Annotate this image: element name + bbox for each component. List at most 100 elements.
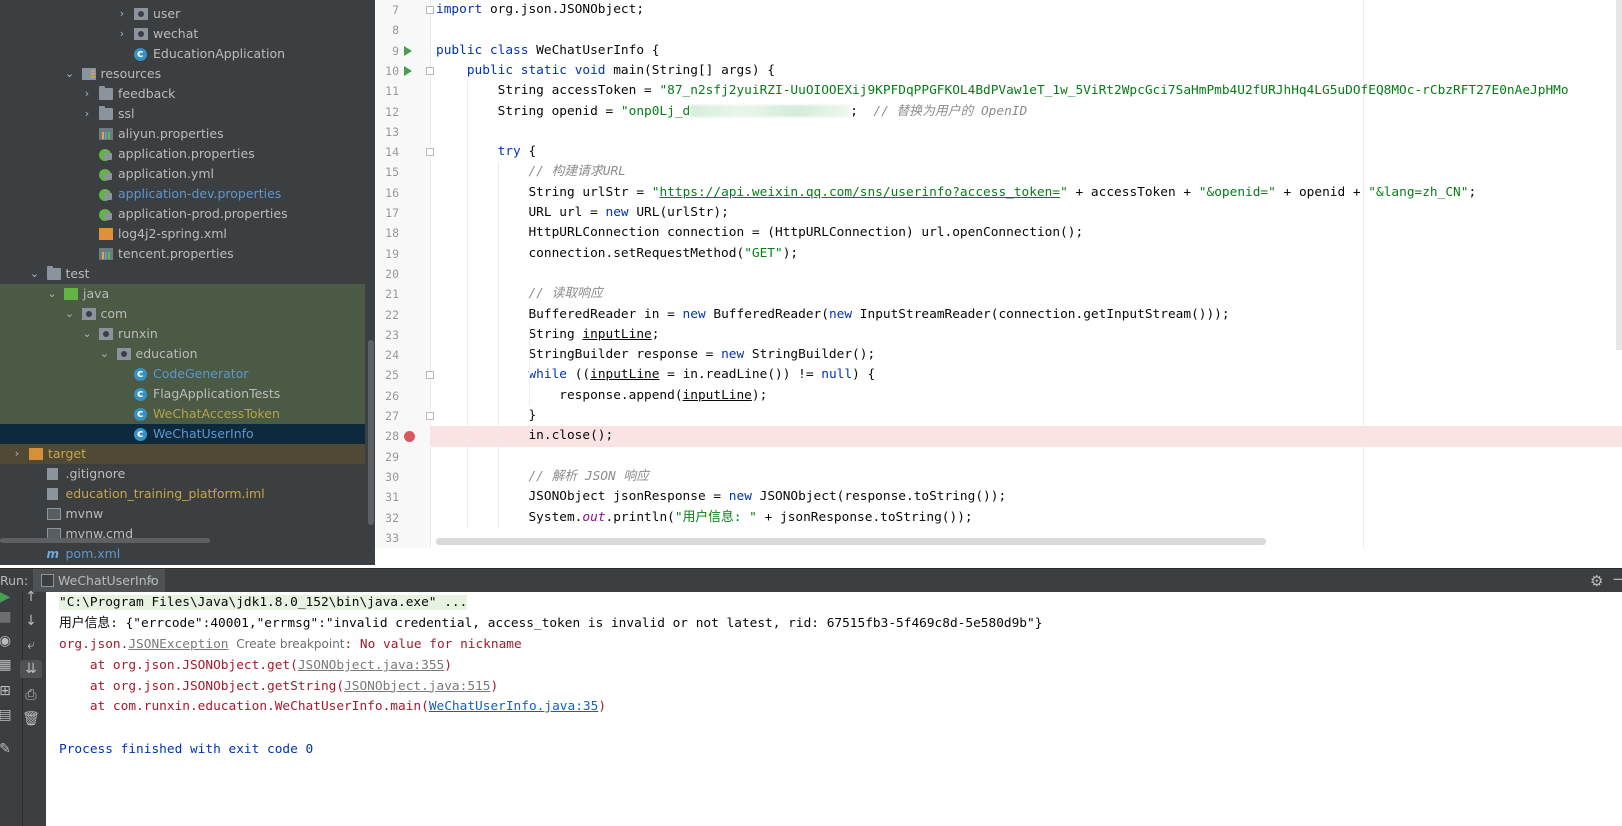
- code-line[interactable]: // 解析 JSON 响应: [436, 467, 1622, 487]
- line-number[interactable]: 23: [375, 325, 399, 345]
- line-number[interactable]: 33: [375, 528, 399, 548]
- code-line[interactable]: JSONObject jsonResponse = new JSONObject…: [436, 487, 1622, 507]
- line-number[interactable]: 22: [375, 305, 399, 325]
- line-number[interactable]: 29: [375, 447, 399, 467]
- fold-marker-icon[interactable]: [426, 371, 434, 380]
- tree-item-target[interactable]: › target: [0, 444, 365, 464]
- camera-icon[interactable]: ◉: [0, 632, 16, 650]
- fold-marker-icon[interactable]: [426, 66, 434, 75]
- line-number[interactable]: 12: [375, 102, 399, 122]
- chevron-right-icon[interactable]: ›: [81, 84, 93, 104]
- line-number[interactable]: 13: [375, 122, 399, 142]
- code-line[interactable]: while ((inputLine = in.readLine()) != nu…: [436, 365, 1622, 385]
- line-number[interactable]: 7: [375, 0, 399, 20]
- chevron-right-icon[interactable]: ›: [11, 444, 23, 464]
- tree-item-application-properties[interactable]: application.properties: [0, 144, 365, 164]
- chevron-right-icon[interactable]: ›: [116, 24, 128, 44]
- line-number[interactable]: 11: [375, 81, 399, 101]
- line-number[interactable]: 14: [375, 142, 399, 162]
- run-tab-wechatuserinfo[interactable]: WeChatUserInfo ×: [33, 569, 165, 593]
- tree-item-gitignore[interactable]: .gitignore: [0, 464, 365, 484]
- tree-item-educationapplication[interactable]: EducationApplication: [0, 44, 365, 64]
- code-line[interactable]: // 读取响应: [436, 284, 1622, 304]
- tree-horizontal-scrollbar[interactable]: [0, 538, 210, 543]
- line-number[interactable]: 30: [375, 467, 399, 487]
- code-line[interactable]: String openid = "onp0Lj_d; // 替换为用户的 Ope…: [436, 102, 1622, 122]
- code-line[interactable]: [436, 122, 1622, 142]
- tree-item-com[interactable]: ⌄ com: [0, 304, 365, 324]
- editor-gutter[interactable]: 7 8 9 10 11 12 13 14 15 16 17 18 19 20 21 22 23 24 25 26 27 2…: [375, 0, 434, 548]
- scroll-down-icon[interactable]: ↓: [20, 612, 42, 630]
- gear-icon[interactable]: ⚙: [1590, 572, 1603, 590]
- line-number[interactable]: 19: [375, 244, 399, 264]
- tree-item-education[interactable]: ⌄ education: [0, 344, 365, 364]
- source-link[interactable]: JSONObject.java:355: [298, 658, 444, 673]
- tree-item-codegenerator[interactable]: CodeGenerator: [0, 364, 365, 384]
- code-line[interactable]: System.out.println("用户信息: " + jsonRespon…: [436, 508, 1622, 528]
- editor-vertical-scrollbar[interactable]: [1616, 0, 1622, 350]
- code-line[interactable]: response.append(inputLine);: [436, 386, 1622, 406]
- scroll-to-end-icon[interactable]: ⇊: [20, 660, 42, 678]
- tree-item-ssl[interactable]: › ssl: [0, 104, 365, 124]
- rerun-icon[interactable]: ▶: [0, 588, 16, 606]
- tree-item-test[interactable]: ⌄ test: [0, 264, 365, 284]
- chevron-right-icon[interactable]: ›: [81, 104, 93, 124]
- code-line[interactable]: public class WeChatUserInfo {: [436, 41, 1622, 61]
- code-line[interactable]: String inputLine;: [436, 325, 1622, 345]
- run-gutter-icon[interactable]: [404, 65, 412, 76]
- tree-item-log4j2-spring-xml[interactable]: log4j2-spring.xml: [0, 224, 365, 244]
- line-number[interactable]: 31: [375, 487, 399, 507]
- code-line[interactable]: URL url = new URL(urlStr);: [436, 203, 1622, 223]
- code-line[interactable]: // 构建请求URL: [436, 162, 1622, 182]
- code-line[interactable]: String accessToken = "87_n2sfj2yuiRZI-Uu…: [436, 81, 1622, 101]
- code-line[interactable]: try {: [436, 142, 1622, 162]
- line-number[interactable]: 15: [375, 162, 399, 182]
- chevron-down-icon[interactable]: ⌄: [81, 324, 93, 344]
- line-number[interactable]: 27: [375, 406, 399, 426]
- line-number[interactable]: 16: [375, 183, 399, 203]
- close-icon[interactable]: ×: [145, 569, 155, 593]
- line-number[interactable]: 18: [375, 223, 399, 243]
- tree-item-education-training-platform-iml[interactable]: education_training_platform.iml: [0, 484, 365, 504]
- print-icon[interactable]: ⎙: [20, 686, 42, 704]
- code-line[interactable]: [436, 20, 1622, 40]
- line-number[interactable]: 28: [375, 426, 399, 446]
- tree-item-resources[interactable]: ⌄ resources: [0, 64, 365, 84]
- editor-horizontal-scrollbar[interactable]: [436, 538, 1266, 545]
- code-editor[interactable]: 7 8 9 10 11 12 13 14 15 16 17 18 19 20 21 22 23 24 25 26 27 2…: [375, 0, 1622, 548]
- code-line[interactable]: StringBuilder response = new StringBuild…: [436, 345, 1622, 365]
- code-line[interactable]: String urlStr = "https://api.weixin.qq.c…: [436, 183, 1622, 203]
- run-console[interactable]: "C:\Program Files\Java\jdk1.8.0_152\bin\…: [46, 592, 1622, 826]
- line-number[interactable]: 17: [375, 203, 399, 223]
- code-line[interactable]: [436, 447, 1622, 467]
- soft-wrap-icon[interactable]: ⤶: [20, 636, 42, 654]
- code-line[interactable]: import org.json.JSONObject;: [436, 0, 1622, 20]
- tree-item-user[interactable]: › user: [0, 4, 365, 24]
- scroll-up-icon[interactable]: ↑: [20, 588, 42, 606]
- exception-class-link[interactable]: JSONException: [128, 637, 228, 652]
- minimize-icon[interactable]: −: [1612, 570, 1622, 588]
- tree-item-application-prod-properties[interactable]: application-prod.properties: [0, 204, 365, 224]
- tree-item-tencent-properties[interactable]: tencent.properties: [0, 244, 365, 264]
- run-gutter-icon[interactable]: [404, 45, 412, 56]
- tree-item-wechataccesstoken[interactable]: WeChatAccessToken: [0, 404, 365, 424]
- breakpoint-icon[interactable]: [404, 431, 415, 443]
- code-line[interactable]: }: [436, 406, 1622, 426]
- tree-item-application-dev-properties[interactable]: application-dev.properties: [0, 184, 365, 204]
- line-number[interactable]: 26: [375, 386, 399, 406]
- chevron-down-icon[interactable]: ⌄: [64, 304, 76, 324]
- code-line[interactable]: HttpURLConnection connection = (HttpURLC…: [436, 223, 1622, 243]
- tree-item-flagapplicationtests[interactable]: FlagApplicationTests: [0, 384, 365, 404]
- code-line[interactable]: connection.setRequestMethod("GET");: [436, 244, 1622, 264]
- fold-marker-icon[interactable]: [426, 412, 434, 420]
- restore-layout-icon[interactable]: ⊞: [0, 682, 16, 700]
- line-number[interactable]: 9: [375, 41, 399, 61]
- chevron-down-icon[interactable]: ⌄: [29, 264, 41, 284]
- tree-item-feedback[interactable]: › feedback: [0, 84, 365, 104]
- tree-item-mvnw[interactable]: mvnw: [0, 504, 365, 524]
- pin-icon[interactable]: ✎: [0, 740, 16, 758]
- line-number[interactable]: 25: [375, 365, 399, 385]
- chevron-down-icon[interactable]: ⌄: [64, 64, 76, 84]
- line-number[interactable]: 21: [375, 284, 399, 304]
- fold-marker-icon[interactable]: [426, 148, 434, 157]
